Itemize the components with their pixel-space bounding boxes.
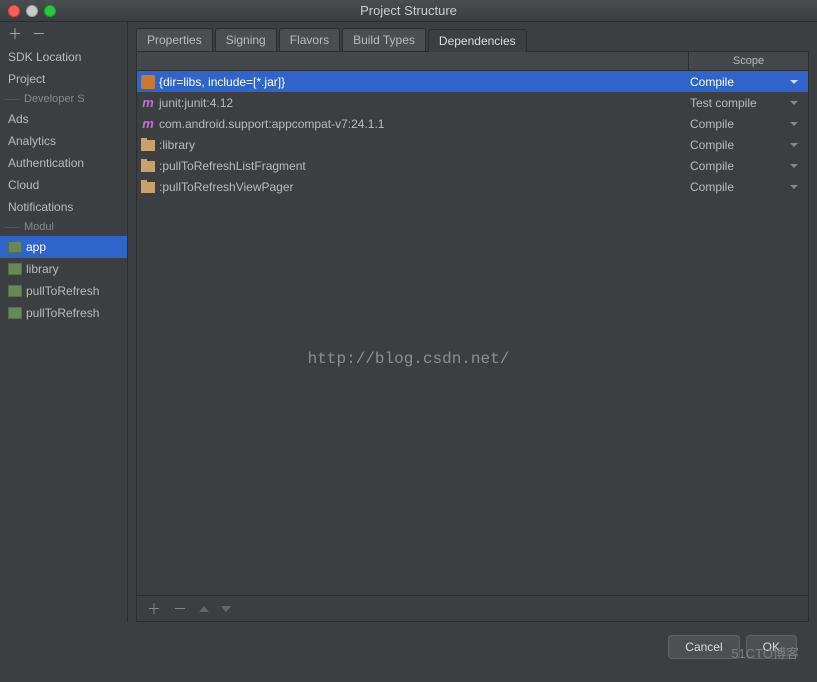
tab[interactable]: Properties	[136, 28, 213, 51]
dependency-label: :library	[159, 138, 195, 152]
sidebar-module-item[interactable]: app	[0, 236, 127, 258]
cancel-button[interactable]: Cancel	[668, 635, 739, 659]
dependency-list: {dir=libs, include=[*.jar]} Compile mjunit…	[137, 71, 808, 595]
tab[interactable]: Signing	[215, 28, 277, 51]
module-icon	[8, 307, 22, 319]
tab[interactable]: Dependencies	[428, 29, 527, 52]
sidebar-item[interactable]: Ads	[0, 108, 127, 130]
scope-label: Compile	[690, 117, 734, 131]
sidebar-item-label: app	[26, 240, 46, 254]
sidebar-item[interactable]: Analytics	[0, 130, 127, 152]
sidebar-module-item[interactable]: pullToRefresh	[0, 280, 127, 302]
chevron-down-icon	[790, 164, 798, 168]
chevron-down-icon	[790, 185, 798, 189]
scope-dropdown[interactable]: Compile	[684, 159, 804, 173]
sidebar-item-label: pullToRefresh	[26, 284, 99, 298]
maven-icon: m	[141, 117, 155, 131]
add-dependency-icon[interactable]: ＋	[147, 599, 161, 619]
sidebar: ＋ － SDK LocationProject Developer S AdsA…	[0, 22, 128, 622]
sidebar-toolbar: ＋ －	[0, 22, 127, 46]
dependencies-panel: Scope {dir=libs, include=[*.jar]} Compile…	[136, 52, 809, 622]
folder-icon	[141, 161, 155, 172]
folder-icon	[141, 182, 155, 193]
module-icon	[8, 241, 22, 253]
sidebar-module-item[interactable]: library	[0, 258, 127, 280]
chevron-down-icon	[790, 122, 798, 126]
dep-header-name	[137, 52, 688, 70]
sidebar-item-label: pullToRefresh	[26, 306, 99, 320]
scope-label: Compile	[690, 138, 734, 152]
sidebar-item[interactable]: Project	[0, 68, 127, 90]
dependency-label: :pullToRefreshListFragment	[159, 159, 306, 173]
titlebar: Project Structure	[0, 0, 817, 22]
scope-label: Compile	[690, 159, 734, 173]
dependency-label: junit:junit:4.12	[159, 96, 233, 110]
folder-icon	[141, 140, 155, 151]
scope-dropdown[interactable]: Compile	[684, 117, 804, 131]
move-up-icon[interactable]	[199, 606, 209, 612]
sidebar-section-modules: Modul	[0, 218, 127, 236]
sidebar-module-item[interactable]: pullToRefresh	[0, 302, 127, 324]
panel-toolbar: ＋ －	[137, 595, 808, 621]
dependency-row[interactable]: m com.android.support:appcompat-v7:24.1.1…	[137, 113, 808, 134]
window-title: Project Structure	[0, 3, 817, 18]
jar-icon	[141, 75, 155, 89]
sidebar-item[interactable]: Notifications	[0, 196, 127, 218]
tabs: PropertiesSigningFlavorsBuild TypesDepen…	[136, 28, 809, 52]
chevron-down-icon	[790, 101, 798, 105]
scope-dropdown[interactable]: Compile	[684, 180, 804, 194]
remove-dependency-icon[interactable]: －	[173, 599, 187, 619]
tab[interactable]: Flavors	[279, 28, 340, 51]
tab[interactable]: Build Types	[342, 28, 426, 51]
sidebar-item[interactable]: Cloud	[0, 174, 127, 196]
dependency-label: :pullToRefreshViewPager	[159, 180, 294, 194]
move-down-icon[interactable]	[221, 606, 231, 612]
dependency-label: {dir=libs, include=[*.jar]}	[159, 75, 285, 89]
dependency-label: com.android.support:appcompat-v7:24.1.1	[159, 117, 384, 131]
dep-header-scope: Scope	[688, 52, 808, 70]
sidebar-item-label: library	[26, 262, 59, 276]
sidebar-item[interactable]: SDK Location	[0, 46, 127, 68]
dependency-row[interactable]: :library Compile	[137, 134, 808, 155]
sidebar-section-developer: Developer S	[0, 90, 127, 108]
scope-label: Compile	[690, 75, 734, 89]
dependency-row[interactable]: :pullToRefreshViewPager Compile	[137, 176, 808, 197]
module-icon	[8, 263, 22, 275]
scope-label: Compile	[690, 180, 734, 194]
chevron-down-icon	[790, 143, 798, 147]
remove-icon[interactable]: －	[32, 24, 46, 44]
scope-label: Test compile	[690, 96, 757, 110]
scope-dropdown[interactable]: Compile	[684, 138, 804, 152]
dependency-row[interactable]: :pullToRefreshListFragment Compile	[137, 155, 808, 176]
scope-dropdown[interactable]: Test compile	[684, 96, 804, 110]
module-icon	[8, 285, 22, 297]
dependency-row[interactable]: {dir=libs, include=[*.jar]} Compile	[137, 71, 808, 92]
maven-icon: m	[141, 96, 155, 110]
ok-button[interactable]: OK	[746, 635, 797, 659]
add-icon[interactable]: ＋	[8, 24, 22, 44]
scope-dropdown[interactable]: Compile	[684, 75, 804, 89]
sidebar-item[interactable]: Authentication	[0, 152, 127, 174]
chevron-down-icon	[790, 80, 798, 84]
dependency-row[interactable]: m junit:junit:4.12 Test compile	[137, 92, 808, 113]
